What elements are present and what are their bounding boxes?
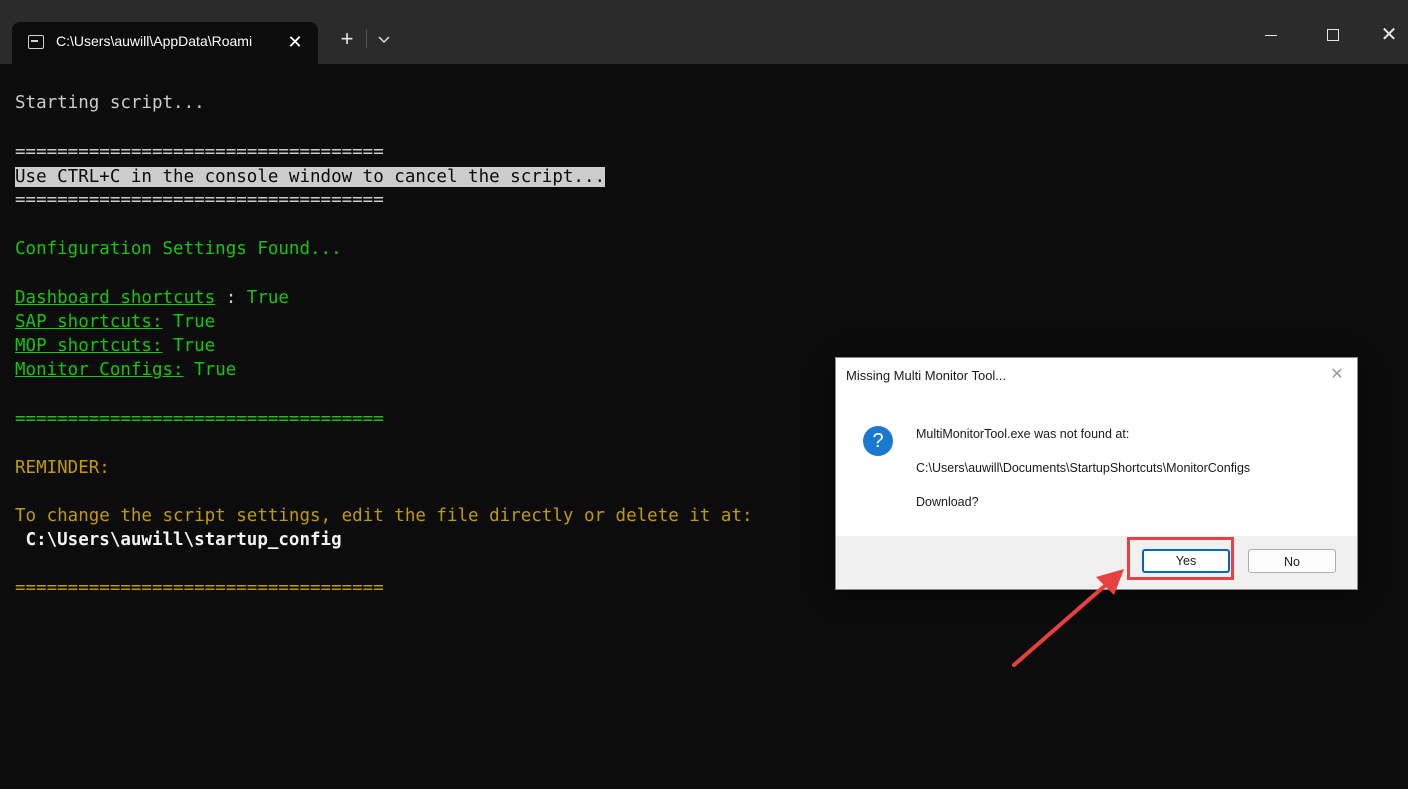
terminal-icon <box>28 35 44 49</box>
console-separator: =================================== <box>15 409 384 429</box>
console-change-settings: To change the script settings, edit the … <box>15 506 753 526</box>
console-setting-line: Monitor Configs: True <box>15 358 236 382</box>
setting-label: Monitor Configs: <box>15 360 184 380</box>
tab-title: C:\Users\auwill\AppData\Roami <box>56 33 253 49</box>
title-bar: C:\Users\auwill\AppData\Roami ✕ + ✕ <box>0 0 1408 64</box>
dialog-message-line: MultiMonitorTool.exe was not found at: <box>916 427 1130 441</box>
console-line-starting: Starting script... <box>15 93 205 113</box>
dialog-title: Missing Multi Monitor Tool... <box>846 368 1007 383</box>
dialog-message-path: C:\Users\auwill\Documents\StartupShortcu… <box>916 461 1251 475</box>
console-config-path: C:\Users\auwill\startup_config <box>15 530 342 550</box>
terminal-tab[interactable]: C:\Users\auwill\AppData\Roami ✕ <box>12 22 318 64</box>
tab-separator <box>366 30 367 48</box>
console-separator: =================================== <box>15 142 384 162</box>
setting-label: SAP shortcuts: <box>15 312 163 332</box>
dialog-close-icon[interactable]: ✕ <box>1327 364 1347 386</box>
new-tab-button[interactable]: + <box>334 26 360 52</box>
setting-value: True <box>246 288 289 308</box>
tab-close-icon[interactable]: ✕ <box>284 31 306 53</box>
console-setting-line: MOP shortcuts: True <box>15 334 215 358</box>
setting-label: MOP shortcuts: <box>15 336 163 356</box>
highlight-callout-box <box>1127 537 1234 580</box>
setting-value: True <box>173 312 216 332</box>
console-setting-line: SAP shortcuts: True <box>15 310 215 334</box>
console-config-found: Configuration Settings Found... <box>15 239 342 259</box>
console-reminder: REMINDER: <box>15 458 110 478</box>
setting-label: Dashboard shortcuts <box>15 288 216 308</box>
question-icon: ? <box>863 426 893 456</box>
setting-value: True <box>194 360 237 380</box>
maximize-button[interactable] <box>1318 20 1348 50</box>
setting-value: True <box>173 336 216 356</box>
setting-separator: : <box>215 288 247 308</box>
console-separator: =================================== <box>15 190 384 210</box>
no-button[interactable]: No <box>1248 549 1336 573</box>
minimize-button[interactable] <box>1256 20 1286 50</box>
setting-separator <box>184 360 195 380</box>
highlighted-text: Use CTRL+C in the console window to canc… <box>15 167 606 187</box>
annotation-arrow <box>1012 569 1124 667</box>
console-setting-line: Dashboard shortcuts : True <box>15 286 289 310</box>
console-cancel-hint: Use CTRL+C in the console window to canc… <box>15 165 606 189</box>
close-window-button[interactable]: ✕ <box>1374 20 1404 50</box>
setting-separator <box>163 336 174 356</box>
setting-separator <box>163 312 174 332</box>
chevron-down-icon[interactable] <box>374 27 394 51</box>
dialog-message-question: Download? <box>916 495 979 509</box>
console-separator: =================================== <box>15 578 384 598</box>
